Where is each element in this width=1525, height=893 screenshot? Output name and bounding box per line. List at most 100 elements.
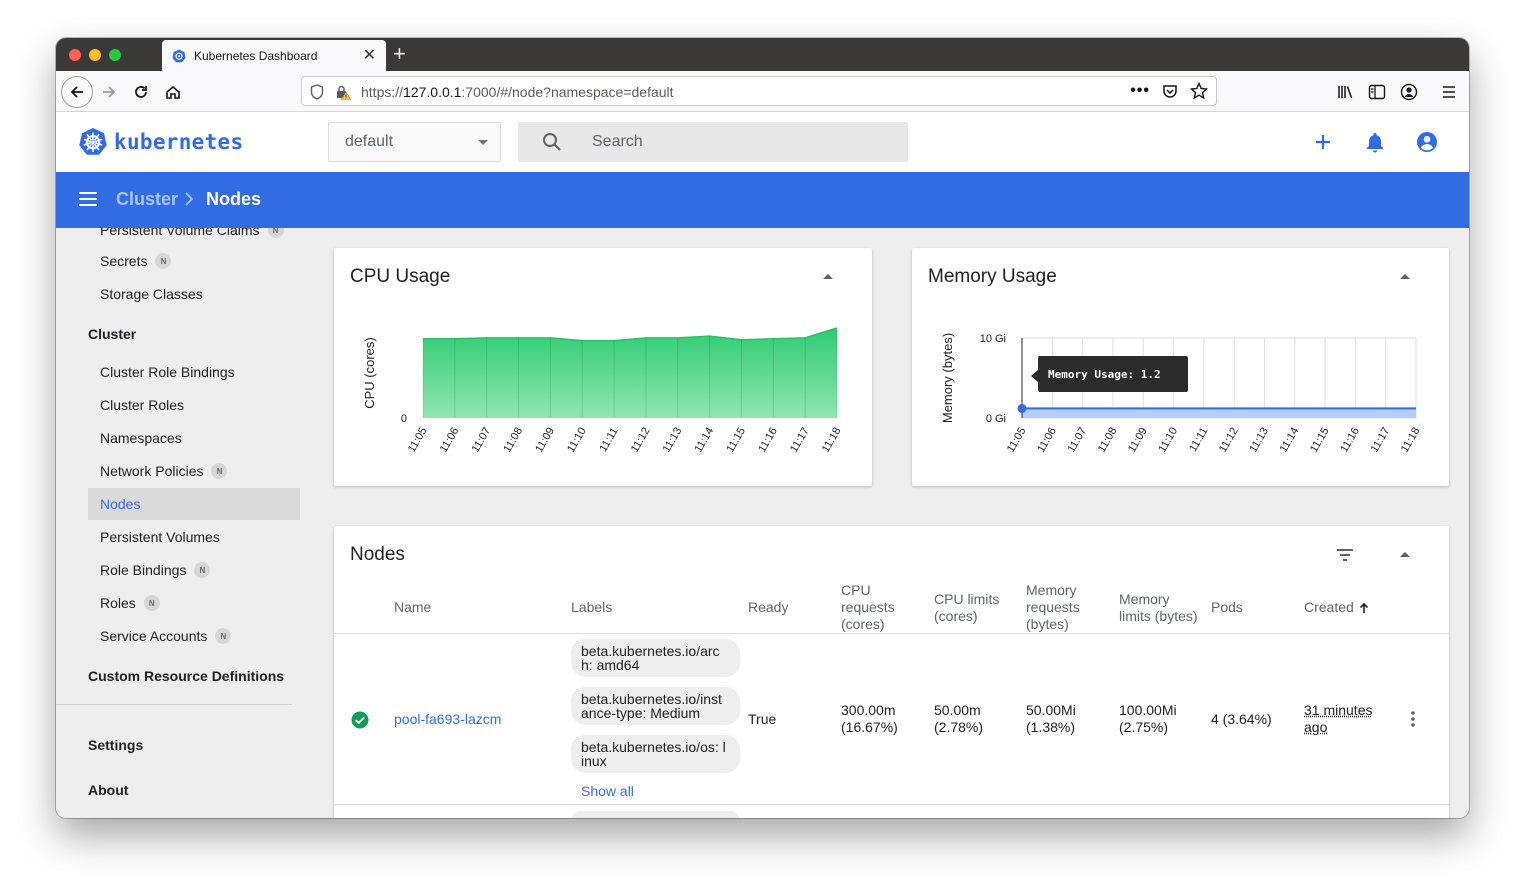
sidebar-item-settings[interactable]: Settings xyxy=(88,737,143,753)
column-header-memory-requests[interactable]: Memory requests (bytes) xyxy=(1026,582,1080,633)
column-header-created[interactable]: Created xyxy=(1304,599,1369,616)
x-tick-label: 11:07 xyxy=(470,426,494,455)
namespaced-badge: N xyxy=(155,253,172,269)
sidebar-section-crd[interactable]: Custom Resource Definitions xyxy=(88,668,284,684)
search-input[interactable]: Search xyxy=(518,122,908,162)
back-button[interactable] xyxy=(61,76,93,108)
sidebar-item-about[interactable]: About xyxy=(88,782,128,798)
page-actions-icon[interactable]: ••• xyxy=(1130,82,1150,100)
data-point-marker xyxy=(1017,403,1027,413)
more-vert-icon[interactable] xyxy=(1410,710,1416,728)
minimize-window-button[interactable] xyxy=(89,49,101,61)
sidebar-divider xyxy=(56,704,292,705)
sidebar-item-roles[interactable]: Roles N xyxy=(88,587,300,619)
sidebar-item-namespaces[interactable]: Namespaces xyxy=(88,422,300,454)
label-chip-next-row xyxy=(571,811,740,818)
chart-tooltip: Memory Usage: 1.2 xyxy=(1038,356,1188,392)
forward-arrow-icon xyxy=(103,86,116,98)
sidebar-section-cluster[interactable]: Cluster xyxy=(88,326,136,342)
address-bar[interactable]: https://127.0.0.1:7000/#/node?namespace=… xyxy=(301,76,1217,106)
sidebar-item-label: Cluster Role Bindings xyxy=(100,364,235,380)
sidebar-item-role-bindings[interactable]: Role Bindings N xyxy=(88,554,300,586)
sidebar-item-cluster-roles[interactable]: Cluster Roles xyxy=(88,389,300,421)
cpu-usage-chart: 11:05 11:06 11:07 11:08 11:09 11:10 11:11 11:12… xyxy=(362,327,844,455)
header-divider xyxy=(334,633,1449,634)
pods-cell: 4 (3.64%) xyxy=(1211,711,1272,727)
column-header-cpu-requests[interactable]: CPU requests (cores) xyxy=(841,582,895,633)
sidebar-item-label: Role Bindings xyxy=(100,562,187,578)
sidebar-item-secrets[interactable]: Secrets N xyxy=(88,245,300,277)
cpu-requests-cell: 300.00m (16.67%) xyxy=(841,702,898,736)
collapse-icon[interactable] xyxy=(1400,552,1410,557)
library-icon[interactable] xyxy=(1335,81,1357,103)
sidebar-item-network-policies[interactable]: Network Policies N xyxy=(88,455,300,487)
forward-button[interactable] xyxy=(94,77,124,107)
nodes-table-card: Nodes Name Labels Ready CPU requests (co… xyxy=(334,526,1449,818)
search-placeholder: Search xyxy=(592,133,643,150)
x-tick-label: 11:13 xyxy=(661,426,685,455)
sort-ascending-icon xyxy=(1359,602,1368,613)
pocket-icon[interactable] xyxy=(1162,83,1178,99)
node-name-link[interactable]: pool-fa693-lazcm xyxy=(394,711,501,728)
y-tick-label: 0 Gi xyxy=(986,413,1006,425)
header-line: CPU xyxy=(841,582,871,598)
column-header-cpu-limits[interactable]: CPU limits (cores) xyxy=(934,591,999,625)
namespace-selector[interactable]: default xyxy=(328,122,501,162)
filter-icon[interactable] xyxy=(1336,548,1354,562)
sidebar-item-service-accounts[interactable]: Service Accounts N xyxy=(88,620,300,652)
home-button[interactable] xyxy=(158,77,188,107)
browser-tab[interactable]: Kubernetes Dashboard ✕ xyxy=(162,40,386,71)
column-header-labels: Labels xyxy=(571,599,613,615)
x-tick-label: 11:06 xyxy=(438,426,462,455)
label-chip-line: beta.kubernetes.io/arc xyxy=(581,643,720,659)
x-tick-label: 11:16 xyxy=(1338,426,1362,455)
account-icon[interactable] xyxy=(1398,81,1420,103)
sidebar-item-persistent-volume-claims[interactable]: Persistent Volume Claims N xyxy=(88,228,300,246)
x-tick-label: 11:14 xyxy=(692,426,716,455)
column-header-ready[interactable]: Ready xyxy=(748,599,788,616)
show-all-labels-link[interactable]: Show all xyxy=(581,783,634,800)
cell-line: (1.38%) xyxy=(1026,719,1076,735)
url-text[interactable]: https://127.0.0.1:7000/#/node?namespace=… xyxy=(361,84,674,100)
x-tick-label: 11:08 xyxy=(1096,426,1120,455)
sidebar-item-nodes[interactable]: Nodes xyxy=(88,488,300,520)
sidebar-item-cluster-role-bindings[interactable]: Cluster Role Bindings xyxy=(88,356,300,388)
column-header-name[interactable]: Name xyxy=(394,599,431,616)
x-tick-label: 11:16 xyxy=(756,426,780,455)
hamburger-menu-icon[interactable] xyxy=(1438,81,1460,103)
cell-line: (2.75%) xyxy=(1119,719,1169,735)
sidebar: Persistent Volume Claims N Secrets N Stora… xyxy=(56,228,312,818)
nav-menu-icon[interactable] xyxy=(78,191,98,207)
sidebar-item-storage-classes[interactable]: Storage Classes xyxy=(88,278,300,310)
close-window-button[interactable] xyxy=(69,49,81,61)
cell-line: (2.78%) xyxy=(934,719,984,735)
label-chip-line: beta.kubernetes.io/inst xyxy=(581,691,722,707)
sidebar-item-persistent-volumes[interactable]: Persistent Volumes xyxy=(88,521,300,553)
sidebar-item-label: Network Policies xyxy=(100,463,204,479)
back-arrow-icon xyxy=(70,86,83,98)
user-menu-button[interactable] xyxy=(1415,130,1439,154)
y-axis-label: CPU (cores) xyxy=(362,337,377,409)
sidebar-item-label: Persistent Volumes xyxy=(100,529,220,545)
column-header-memory-limits[interactable]: Memory limits (bytes) xyxy=(1119,591,1198,625)
breadcrumb-cluster[interactable]: Cluster xyxy=(116,189,178,210)
x-tick-label: 11:10 xyxy=(565,426,589,455)
kubernetes-logo[interactable]: kubernetes xyxy=(78,127,243,157)
sidebar-toggle-icon[interactable] xyxy=(1366,81,1388,103)
maximize-window-button[interactable] xyxy=(109,49,121,61)
header-line: (cores) xyxy=(934,608,978,624)
logo-text: kubernetes xyxy=(114,130,244,154)
tab-bar: Kubernetes Dashboard ✕ + xyxy=(56,38,1469,71)
notifications-button[interactable] xyxy=(1363,130,1387,154)
column-header-pods[interactable]: Pods xyxy=(1211,599,1243,616)
bookmark-star-icon[interactable] xyxy=(1190,82,1208,100)
cell-line: ago xyxy=(1304,719,1328,735)
create-resource-button[interactable] xyxy=(1311,130,1335,154)
reload-button[interactable] xyxy=(126,77,156,107)
new-tab-button[interactable]: + xyxy=(393,42,406,66)
insecure-lock-icon[interactable] xyxy=(335,84,351,100)
x-tick-label: 11:08 xyxy=(501,426,525,455)
shield-icon[interactable] xyxy=(310,84,324,100)
url-path: :7000/#/node?namespace=default xyxy=(461,84,674,100)
tab-close-icon[interactable]: ✕ xyxy=(363,47,376,64)
